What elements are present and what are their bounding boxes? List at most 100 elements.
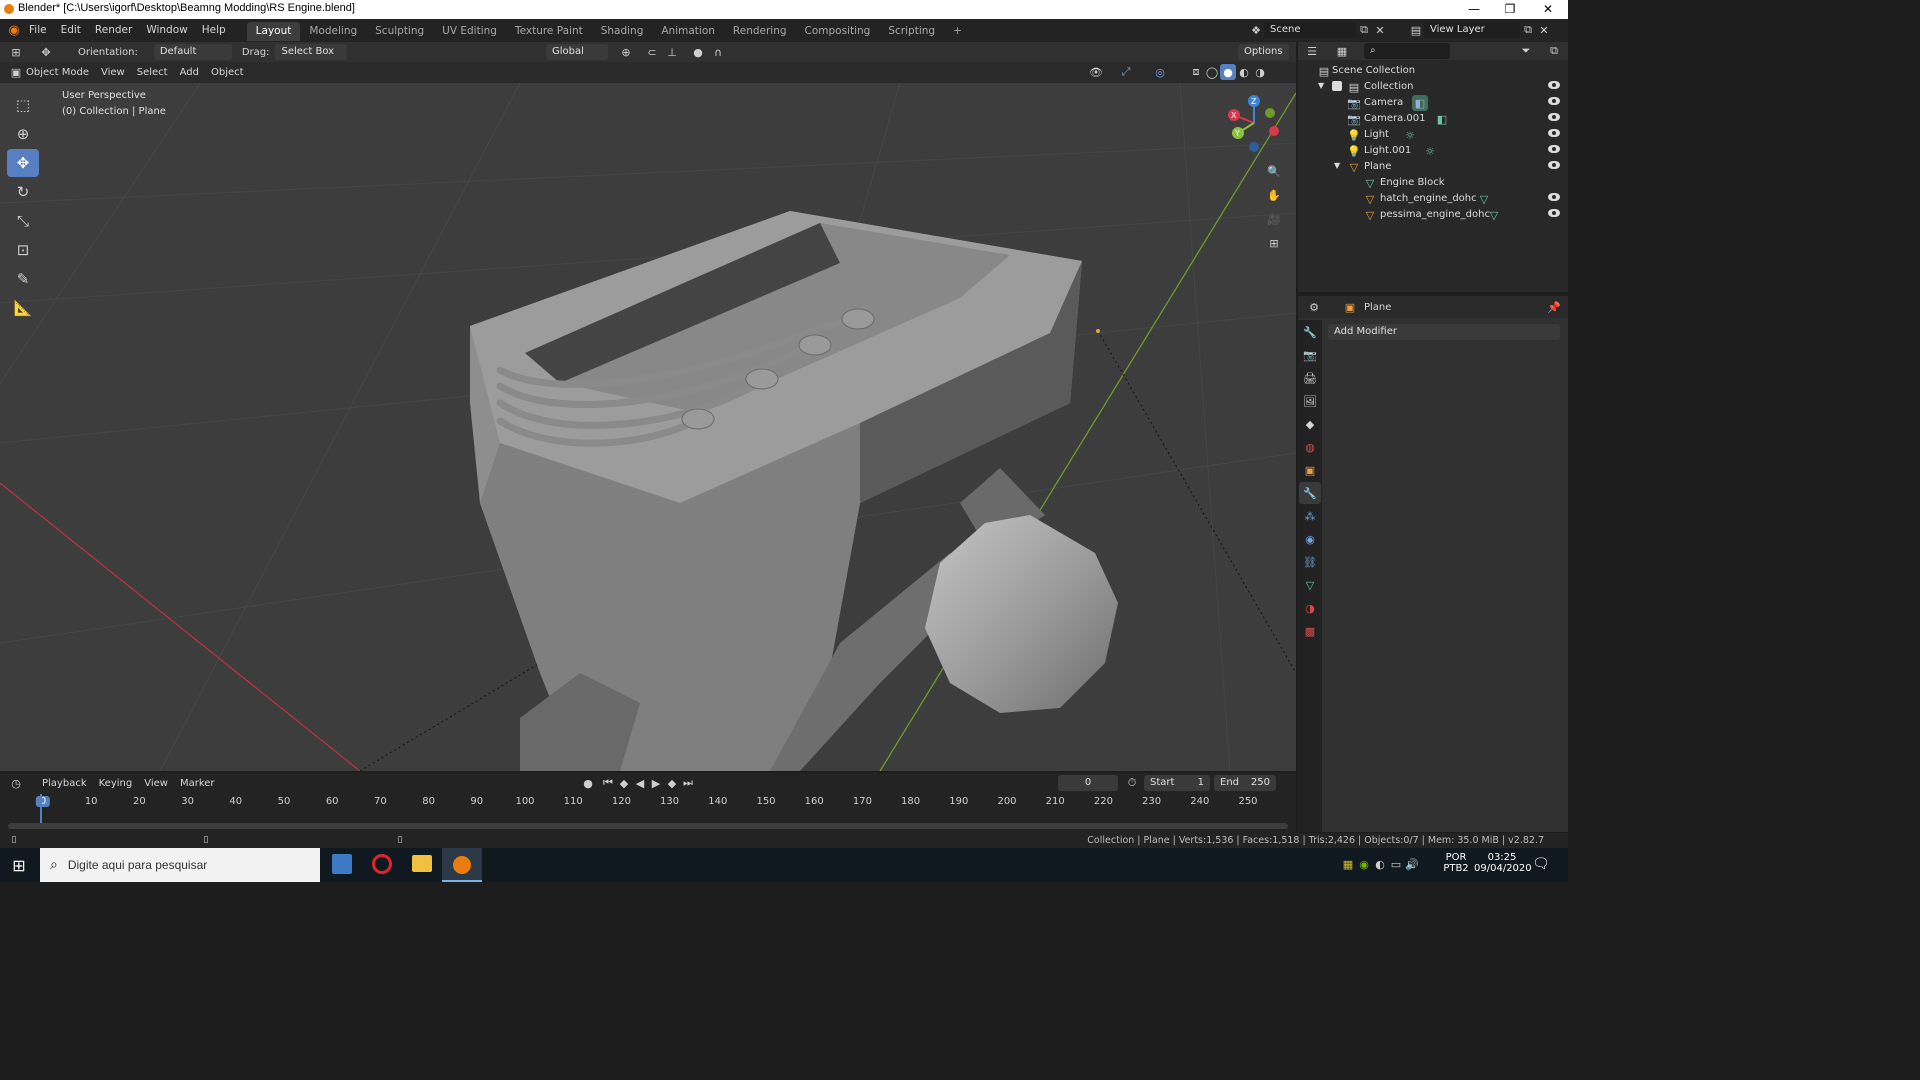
volume-icon[interactable]: 🔊 bbox=[1404, 856, 1420, 872]
outliner-item-pessima-engine[interactable]: ▽ pessima_engine_dohc ▽ bbox=[1298, 207, 1568, 223]
maximize-button[interactable]: ❐ bbox=[1492, 0, 1528, 19]
material-shading-icon[interactable]: ◐ bbox=[1236, 64, 1252, 80]
new-view-layer-icon[interactable]: ⧉ bbox=[1520, 22, 1536, 38]
expand-arrow-icon[interactable]: ▼ bbox=[1334, 161, 1340, 170]
measure-tool-icon[interactable]: 📐 bbox=[7, 294, 39, 322]
next-keyframe-icon[interactable]: ◆ bbox=[664, 775, 680, 791]
scene-tab-icon[interactable]: ◆ bbox=[1299, 413, 1321, 435]
timer-icon[interactable]: ⏱ bbox=[1124, 775, 1140, 791]
select-box-tool-icon[interactable]: ⬚ bbox=[7, 91, 39, 119]
ortho-grid-icon[interactable]: ⊞ bbox=[1266, 231, 1282, 255]
pin-icon[interactable]: 📌 bbox=[1546, 299, 1562, 315]
tab-scripting[interactable]: Scripting bbox=[879, 22, 944, 41]
prev-keyframe-icon[interactable]: ◆ bbox=[616, 775, 632, 791]
timeline-scrollbar[interactable] bbox=[8, 823, 1288, 829]
tab-texture-paint[interactable]: Texture Paint bbox=[506, 22, 592, 41]
snap-target-icon[interactable]: ⊥ bbox=[664, 44, 680, 60]
tab-modeling[interactable]: Modeling bbox=[300, 22, 366, 41]
cursor-tool-icon[interactable]: ⊕ bbox=[7, 120, 39, 148]
tab-rendering[interactable]: Rendering bbox=[724, 22, 796, 41]
scale-tool-icon[interactable]: ⤡ bbox=[7, 207, 39, 235]
file-explorer-app-icon[interactable] bbox=[412, 855, 432, 872]
new-scene-icon[interactable]: ⧉ bbox=[1356, 22, 1372, 38]
outliner-item-engine-block[interactable]: ▽ Engine Block bbox=[1298, 175, 1568, 191]
close-button[interactable]: ✕ bbox=[1530, 0, 1566, 19]
notifications-icon[interactable]: 🗨 bbox=[1532, 856, 1550, 872]
eye-icon[interactable] bbox=[1548, 145, 1560, 153]
timeline-menu-playback[interactable]: Playback bbox=[36, 778, 93, 789]
render-tab-icon[interactable]: 📷 bbox=[1299, 344, 1321, 366]
tab-compositing[interactable]: Compositing bbox=[796, 22, 880, 41]
windows-start-icon[interactable]: ⊞ bbox=[0, 848, 38, 882]
current-frame-field[interactable]: 0 bbox=[1058, 775, 1118, 791]
tab-layout[interactable]: Layout bbox=[246, 22, 301, 41]
rendered-shading-icon[interactable]: ◑ bbox=[1252, 64, 1268, 80]
eye-icon[interactable] bbox=[1548, 129, 1560, 137]
properties-editor-icon[interactable]: ⚙ bbox=[1306, 299, 1322, 315]
add-workspace-button[interactable]: + bbox=[944, 22, 971, 41]
physics-tab-icon[interactable]: ◉ bbox=[1299, 528, 1321, 550]
viewport-menu-add[interactable]: Add bbox=[174, 67, 205, 78]
editor-type-icon[interactable]: ⊞ bbox=[8, 44, 24, 60]
transform-orientation-dropdown[interactable]: Global bbox=[546, 44, 608, 60]
rotate-tool-icon[interactable]: ↻ bbox=[7, 178, 39, 206]
mesh-data-icon[interactable]: ▽ bbox=[1476, 191, 1492, 207]
jump-end-icon[interactable]: ⏭ bbox=[680, 775, 696, 791]
world-tab-icon[interactable]: ◍ bbox=[1299, 436, 1321, 458]
visibility-icon[interactable]: 👁 bbox=[1088, 64, 1104, 80]
jump-start-icon[interactable]: ⏮ bbox=[600, 775, 616, 791]
record-icon[interactable]: ● bbox=[580, 775, 596, 791]
timeline-menu-keying[interactable]: Keying bbox=[93, 778, 139, 789]
end-frame-field[interactable]: End 250 bbox=[1214, 775, 1276, 791]
texture-tab-icon[interactable]: ▩ bbox=[1299, 620, 1321, 642]
material-tab-icon[interactable]: ◑ bbox=[1299, 597, 1321, 619]
zoom-icon[interactable]: 🔍 bbox=[1266, 159, 1282, 183]
view-layer-field[interactable]: View Layer bbox=[1424, 22, 1520, 38]
outliner-search-input[interactable]: ⌕ bbox=[1364, 43, 1450, 59]
tab-animation[interactable]: Animation bbox=[652, 22, 724, 41]
orientation-dropdown[interactable]: Default bbox=[153, 44, 232, 60]
new-collection-icon[interactable]: ⧉ bbox=[1546, 43, 1562, 59]
tool-tab-icon[interactable]: 🔧 bbox=[1299, 321, 1321, 343]
display-mode-icon[interactable]: ▦ bbox=[1334, 43, 1350, 59]
object-tab-icon[interactable]: ▣ bbox=[1299, 459, 1321, 481]
viewport-menu-select[interactable]: Select bbox=[131, 67, 174, 78]
scene-name-field[interactable]: Scene bbox=[1264, 22, 1356, 38]
taskbar-search-box[interactable]: ⌕ Digite aqui para pesquisar bbox=[40, 848, 320, 882]
delete-scene-icon[interactable]: ✕ bbox=[1372, 22, 1388, 38]
menu-file[interactable]: File bbox=[22, 19, 54, 42]
tab-uv-editing[interactable]: UV Editing bbox=[433, 22, 506, 41]
viewport-menu-view[interactable]: View bbox=[95, 67, 131, 78]
blender-taskbar-button[interactable] bbox=[442, 848, 482, 882]
play-reverse-icon[interactable]: ◀ bbox=[632, 775, 648, 791]
camera-view-icon[interactable]: 🎥 bbox=[1266, 207, 1282, 231]
pan-hand-icon[interactable]: ✋ bbox=[1266, 183, 1282, 207]
constraints-tab-icon[interactable]: ⛓ bbox=[1299, 551, 1321, 573]
wireframe-shading-icon[interactable]: ◯ bbox=[1204, 64, 1220, 80]
3d-viewport[interactable]: User Perspective (0) Collection | Plane … bbox=[0, 83, 1296, 771]
object-mode-dropdown[interactable]: Object Mode bbox=[24, 67, 95, 78]
scene-selector[interactable]: ❖ Scene ⧉ ✕ bbox=[1248, 22, 1388, 38]
eye-icon[interactable] bbox=[1548, 193, 1560, 201]
timeline-menu-view[interactable]: View bbox=[138, 778, 174, 789]
outliner-item-light[interactable]: 💡 Light ☼ bbox=[1298, 127, 1568, 143]
outliner-item-camera-001[interactable]: 📷 Camera.001 ◧ bbox=[1298, 111, 1568, 127]
camera-data-icon[interactable]: ◧ bbox=[1434, 111, 1450, 127]
outliner-item-plane[interactable]: ▼ ▽ Plane bbox=[1298, 159, 1568, 175]
proportional-edit-icon[interactable]: ● bbox=[690, 44, 706, 60]
blender-menu-icon[interactable]: ◉ bbox=[6, 23, 22, 39]
tab-shading[interactable]: Shading bbox=[592, 22, 653, 41]
expand-arrow-icon[interactable]: ▼ bbox=[1318, 81, 1324, 90]
playhead[interactable] bbox=[40, 794, 42, 824]
menu-render[interactable]: Render bbox=[88, 19, 139, 42]
eye-icon[interactable] bbox=[1548, 97, 1560, 105]
steam-icon[interactable]: ◐ bbox=[1372, 856, 1388, 872]
snap-icon[interactable]: ⊂ bbox=[644, 44, 660, 60]
move-tool-button[interactable]: ✥ bbox=[7, 149, 39, 177]
annotate-tool-icon[interactable]: ✎ bbox=[7, 265, 39, 293]
light-data-icon[interactable]: ☼ bbox=[1422, 143, 1438, 159]
checkbox-icon[interactable] bbox=[1332, 81, 1342, 91]
sphere-mesh[interactable] bbox=[925, 515, 1118, 713]
tab-sculpting[interactable]: Sculpting bbox=[366, 22, 433, 41]
transform-tool-icon[interactable]: ⊡ bbox=[7, 236, 39, 264]
